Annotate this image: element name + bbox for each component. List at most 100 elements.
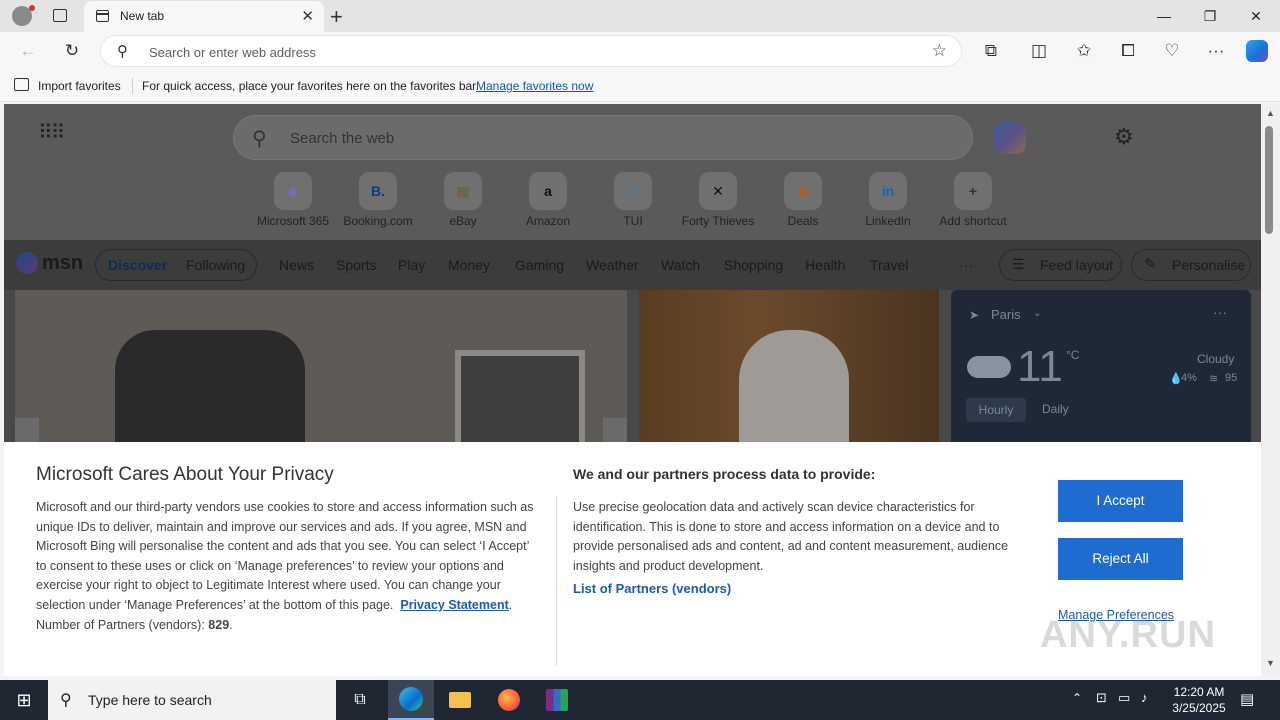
shortcut-tile[interactable]: ▦ eBay <box>423 172 503 228</box>
taskbar-clock[interactable]: 12:20 AM 3/25/2025 <box>1164 684 1234 716</box>
msn-nav-bar: msn Discover Following News Sports Play … <box>4 240 1261 290</box>
edge-taskbar-icon[interactable] <box>388 680 434 720</box>
shortcut-tile[interactable]: + Add shortcut <box>933 172 1013 228</box>
tab-following[interactable]: Following <box>186 257 245 273</box>
privacy-title: Microsoft Cares About Your Privacy <box>36 464 334 485</box>
nav-money[interactable]: Money <box>448 257 490 273</box>
profile-notification-dot <box>29 5 35 11</box>
feed-card-woman-phone[interactable] <box>639 290 939 450</box>
reject-all-button[interactable]: Reject All <box>1058 538 1183 580</box>
manage-favorites-link[interactable]: Manage favorites now <box>476 79 593 93</box>
back-icon[interactable]: ← <box>17 40 39 62</box>
search-icon: ⚲ <box>117 43 128 60</box>
import-favorites-button[interactable]: Import favorites <box>38 79 121 93</box>
start-button-icon[interactable]: ⊞ <box>6 686 42 714</box>
nav-sports[interactable]: Sports <box>336 257 376 273</box>
privacy-body-text: Microsoft and our third-party vendors us… <box>36 500 534 612</box>
feed-layout-label: Feed layout <box>1040 257 1114 273</box>
office-chair-image <box>115 330 305 450</box>
weather-city[interactable]: Paris <box>991 307 1021 322</box>
volume-icon[interactable]: ♪ <box>1141 690 1148 705</box>
scroll-thumb[interactable] <box>1265 126 1273 234</box>
notification-center-icon[interactable]: ▤ <box>1240 690 1254 708</box>
more-options-icon[interactable]: ··· <box>1205 40 1227 62</box>
location-icon: ➤ <box>969 308 980 322</box>
nav-play[interactable]: Play <box>398 257 425 273</box>
shortcut-label: Amazon <box>525 214 571 228</box>
feed-layout-button[interactable]: ☰ Feed layout <box>999 249 1122 281</box>
humidity-icon: ≋ <box>1209 373 1219 385</box>
new-tab-button[interactable]: + <box>330 4 343 30</box>
firefox-icon[interactable] <box>491 686 527 714</box>
data-processing-body: Use precise geolocation data and activel… <box>573 500 1009 573</box>
scroll-down-icon[interactable]: ▼ <box>1266 658 1275 668</box>
weather-tab-daily[interactable]: Daily <box>1042 402 1069 416</box>
nav-gaming[interactable]: Gaming <box>515 257 564 273</box>
nav-watch[interactable]: Watch <box>661 257 700 273</box>
folder-icon <box>449 692 471 708</box>
split-screen-icon[interactable]: ◫ <box>1028 40 1050 62</box>
monitor-image <box>455 350 585 450</box>
shortcut-tile[interactable]: in LinkedIn <box>848 172 928 228</box>
windows-taskbar: ⊞ ⚲ Type here to search ⧉ ⌃ ⊡ ▭ ♪ 12:20 … <box>0 680 1280 720</box>
minimize-button[interactable]: — <box>1144 4 1184 28</box>
page-settings-icon[interactable]: ⚙ <box>1114 124 1134 150</box>
shortcut-label: LinkedIn <box>865 214 911 228</box>
close-window-button[interactable]: ✕ <box>1236 4 1276 28</box>
tab-actions-icon[interactable] <box>53 9 67 22</box>
list-of-partners-link[interactable]: List of Partners (vendors) <box>573 581 731 596</box>
tab-bar: New tab ✕ + — ❐ ✕ <box>0 0 1280 32</box>
tab-close-icon[interactable]: ✕ <box>301 7 314 25</box>
weather-tab-hourly[interactable]: Hourly <box>966 398 1026 422</box>
tab-discover[interactable]: Discover <box>108 257 167 273</box>
nav-weather[interactable]: Weather <box>586 257 639 273</box>
restore-button[interactable]: ❐ <box>1190 4 1230 28</box>
network-icon[interactable]: ▭ <box>1118 690 1130 706</box>
favorite-star-icon[interactable]: ☆ <box>932 41 947 61</box>
weather-card[interactable]: ➤ Paris ⌄ ··· 11 °C Cloudy 💧 4% ≋ 95 Hou… <box>951 290 1251 450</box>
shortcut-tile[interactable]: ✕ Forty Thieves <box>678 172 758 228</box>
nav-shopping[interactable]: Shopping <box>724 257 783 273</box>
shortcut-icon: ☺ <box>614 172 652 210</box>
tab-title: New tab <box>120 9 165 23</box>
favorites-bar: Import favorites For quick access, place… <box>0 70 1280 102</box>
nav-news[interactable]: News <box>279 257 314 273</box>
tab-new-tab[interactable]: New tab ✕ <box>84 1 324 32</box>
winrar-icon[interactable] <box>539 686 575 714</box>
page-scrollbar[interactable]: ▲ ▼ <box>1261 104 1280 676</box>
shortcut-tile[interactable]: a Amazon <box>508 172 588 228</box>
extensions-icon[interactable]: ⧉ <box>980 40 1002 62</box>
favorites-icon[interactable]: ✩ <box>1073 40 1095 62</box>
msn-brand: msn <box>42 252 84 274</box>
browser-essentials-icon[interactable]: ♡ <box>1161 40 1183 62</box>
shortcut-tile[interactable]: ◆ Deals <box>763 172 843 228</box>
apps-launcher-icon[interactable]: ⠿⠿ <box>38 123 65 143</box>
privacy-statement-link[interactable]: Privacy Statement <box>400 598 508 612</box>
scroll-up-icon[interactable]: ▲ <box>1266 108 1275 118</box>
shortcut-tile[interactable]: ◈ Microsoft 365 <box>253 172 333 228</box>
personalise-button[interactable]: ✎ Personalise <box>1131 249 1251 281</box>
refresh-icon[interactable]: ↻ <box>61 40 83 62</box>
nav-travel[interactable]: Travel <box>870 257 908 273</box>
device-icon[interactable]: ⊡ <box>1096 690 1107 706</box>
msn-logo-icon <box>16 252 38 274</box>
copilot-search-icon[interactable] <box>994 122 1026 154</box>
web-search-placeholder: Search the web <box>290 130 395 147</box>
accept-button[interactable]: I Accept <box>1058 480 1183 522</box>
weather-more-icon[interactable]: ··· <box>1213 304 1227 320</box>
show-hidden-icons-icon[interactable]: ⌃ <box>1072 691 1082 705</box>
file-explorer-icon[interactable] <box>442 686 478 714</box>
copilot-icon[interactable] <box>1246 40 1268 62</box>
nav-more-icon[interactable]: ··· <box>959 257 973 273</box>
import-favorites-icon[interactable] <box>14 78 29 91</box>
nav-health[interactable]: Health <box>805 257 845 273</box>
address-bar[interactable]: ⚲ Search or enter web address ☆ <box>100 35 962 67</box>
web-search-box[interactable]: ⚲ Search the web <box>233 115 973 160</box>
privacy-consent-panel: Microsoft Cares About Your Privacy Micro… <box>4 442 1261 676</box>
shortcut-tile[interactable]: B. Booking.com <box>338 172 418 228</box>
feed-card-office[interactable] <box>15 290 627 450</box>
taskbar-search[interactable]: ⚲ Type here to search <box>48 680 336 720</box>
task-view-icon[interactable]: ⧉ <box>342 686 378 714</box>
shortcut-tile[interactable]: ☺ TUI <box>593 172 673 228</box>
collections-icon[interactable]: ⧠ <box>1117 40 1139 62</box>
